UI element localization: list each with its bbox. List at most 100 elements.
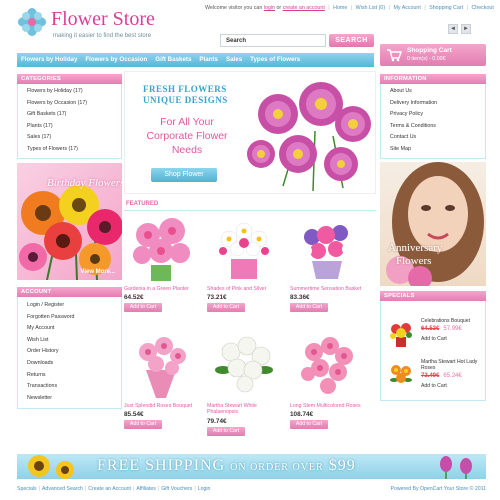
category-item[interactable]: Types of Flowers (17) — [18, 144, 121, 156]
main-navigation: Flowers by Holiday Flowers by Occasion G… — [17, 53, 374, 67]
footer-gift-vouchers-link[interactable]: Gift Vouchers — [161, 486, 192, 492]
special-product: Martha Stewart Hot Lady Roses 72.49€ 65.2… — [381, 358, 487, 398]
product-image[interactable] — [292, 330, 362, 400]
info-item[interactable]: Terms & Conditions — [381, 121, 485, 133]
add-to-cart-link[interactable]: Add to Cart — [421, 336, 447, 342]
add-to-cart-link[interactable]: Add to Cart — [421, 383, 447, 389]
account-box: ACCOUNT Login / Register Forgotten Passw… — [17, 287, 122, 410]
create-account-link[interactable]: create an account — [283, 5, 325, 11]
view-more-link[interactable]: View More... — [80, 269, 115, 275]
product-card: Gardenia in a Green Planter 64.52€ Add t… — [124, 213, 206, 313]
shopping-cart-link[interactable]: Shopping Cart — [429, 5, 463, 11]
nav-types-of-flowers[interactable]: Types of Flowers — [246, 53, 304, 67]
product-image[interactable] — [209, 330, 279, 400]
product-image[interactable] — [209, 213, 279, 283]
info-item[interactable]: Site Map — [381, 144, 485, 156]
search-button[interactable]: SEARCH — [329, 34, 374, 47]
specials-box: SPECIALS Celebrations Bouquet 64.52€ 57.9… — [380, 291, 486, 401]
shop-flower-button[interactable]: Shop Flower — [151, 168, 217, 182]
nav-gift-baskets[interactable]: Gift Baskets — [151, 53, 195, 67]
anniversary-flowers-banner[interactable]: Anniversary Flowers — [380, 162, 486, 286]
product-name[interactable]: Gardenia in a Green Planter — [124, 286, 206, 292]
free-shipping-banner[interactable]: FREE SHIPPING ON ORDER OVER $99 — [17, 454, 486, 479]
prev-arrow-icon[interactable]: ◄ — [448, 24, 458, 34]
currency-switcher: ◄ ► — [448, 24, 472, 34]
footer-advanced-search-link[interactable]: Advanced Search — [42, 486, 83, 492]
product-name[interactable]: Long Stem Multicolored Roses — [290, 403, 372, 409]
anniversary-banner-title: Anniversary — [388, 242, 443, 254]
store-logo[interactable]: Flower Store making it easier to find th… — [18, 8, 198, 40]
login-link[interactable]: login — [264, 5, 275, 11]
divider: | — [466, 5, 468, 11]
add-to-cart-button[interactable]: Add to Cart — [207, 303, 245, 313]
welcome-text: Welcome visitor you can — [205, 5, 263, 11]
checkout-link[interactable]: Checkout — [471, 5, 493, 11]
hero-subheadline: UNIQUE DESIGNS — [143, 95, 228, 105]
account-item[interactable]: Order History — [18, 346, 121, 358]
account-item[interactable]: Newsletter — [18, 393, 121, 405]
shopping-cart-box[interactable]: Shopping Cart 0 item(s) - 0.00€ — [380, 44, 486, 66]
product-name[interactable]: Just Splendid Roses Bouquet — [124, 403, 206, 409]
home-link[interactable]: Home — [333, 5, 347, 11]
my-account-link[interactable]: My Account — [393, 5, 420, 11]
product-name[interactable]: Shades of Pink and Silver — [207, 286, 289, 292]
footer-create-account-link[interactable]: Create an Account — [88, 486, 131, 492]
special-product-image[interactable] — [386, 360, 416, 390]
info-item[interactable]: Contact Us — [381, 132, 485, 144]
product-name[interactable]: Summertime Sensation Basket — [290, 286, 372, 292]
special-prices: 72.49€ 65.24€ — [421, 373, 462, 379]
birthday-flowers-banner[interactable]: Birthday Flowers View More... — [17, 163, 122, 280]
product-name[interactable]: Martha Stewart White Phalaenopsis — [207, 403, 289, 416]
product-price: 83.36€ — [290, 294, 310, 302]
account-item[interactable]: My Account — [18, 323, 121, 335]
category-item[interactable]: Gift Baskets (17) — [18, 109, 121, 121]
special-product-name[interactable]: Martha Stewart Hot Lady Roses — [421, 359, 487, 372]
footer-specials-link[interactable]: Specials — [17, 486, 37, 492]
product-image[interactable] — [292, 213, 362, 283]
top-links-bar: Welcome visitor you can login or create … — [205, 5, 494, 15]
divider: | — [424, 5, 426, 11]
special-prices: 64.52€ 57.99€ — [421, 326, 462, 332]
divider: | — [388, 5, 390, 11]
nav-flowers-by-holiday[interactable]: Flowers by Holiday — [17, 53, 81, 67]
special-product-image[interactable] — [386, 319, 416, 349]
account-item[interactable]: Wish List — [18, 335, 121, 347]
category-item[interactable]: Plants (17) — [18, 121, 121, 133]
hero-tagline: For All Your Corporate Flower Needs — [146, 116, 228, 156]
info-item[interactable]: Delivery Information — [381, 98, 485, 110]
product-image[interactable] — [126, 330, 196, 400]
add-to-cart-button[interactable]: Add to Cart — [124, 303, 162, 313]
nav-sales[interactable]: Sales — [222, 53, 246, 67]
divider: | — [350, 5, 353, 11]
footer-login-link[interactable]: Login — [198, 486, 211, 492]
wishlist-link[interactable]: Wish List (0) — [356, 5, 385, 11]
add-to-cart-button[interactable]: Add to Cart — [290, 420, 328, 430]
hero-headline: FRESH FLOWERS — [143, 84, 227, 94]
account-item[interactable]: Forgotten Password — [18, 312, 121, 324]
next-arrow-icon[interactable]: ► — [461, 24, 471, 34]
special-product-name[interactable]: Celebrations Bouquet — [421, 318, 487, 324]
add-to-cart-button[interactable]: Add to Cart — [124, 420, 162, 430]
category-item[interactable]: Flowers by Holiday (17) — [18, 86, 121, 98]
nav-flowers-by-occasion[interactable]: Flowers by Occasion — [81, 53, 151, 67]
product-price: 108.74€ — [290, 411, 314, 419]
product-price: 64.52€ — [124, 294, 144, 302]
add-to-cart-button[interactable]: Add to Cart — [290, 303, 328, 313]
account-item[interactable]: Login / Register — [18, 300, 121, 312]
category-item[interactable]: Sales (17) — [18, 132, 121, 144]
add-to-cart-button[interactable]: Add to Cart — [207, 426, 245, 436]
store-tagline: making it easier to find the best store — [53, 33, 152, 39]
search-input[interactable]: Search — [220, 34, 326, 47]
new-price: 65.24€ — [443, 373, 462, 379]
account-item[interactable]: Transactions — [18, 381, 121, 393]
footer-affiliates-link[interactable]: Affiliates — [136, 486, 156, 492]
category-item[interactable]: Flowers by Occasion (17) — [18, 98, 121, 110]
account-item[interactable]: Returns — [18, 370, 121, 382]
product-image[interactable] — [126, 213, 196, 283]
product-card: Long Stem Multicolored Roses 108.74€ Add… — [290, 330, 372, 430]
account-item[interactable]: Downloads — [18, 358, 121, 370]
hero-banner[interactable]: FRESH FLOWERS UNIQUE DESIGNS For All You… — [124, 71, 376, 194]
info-item[interactable]: About Us — [381, 86, 485, 98]
nav-plants[interactable]: Plants — [195, 53, 222, 67]
info-item[interactable]: Privacy Policy — [381, 109, 485, 121]
